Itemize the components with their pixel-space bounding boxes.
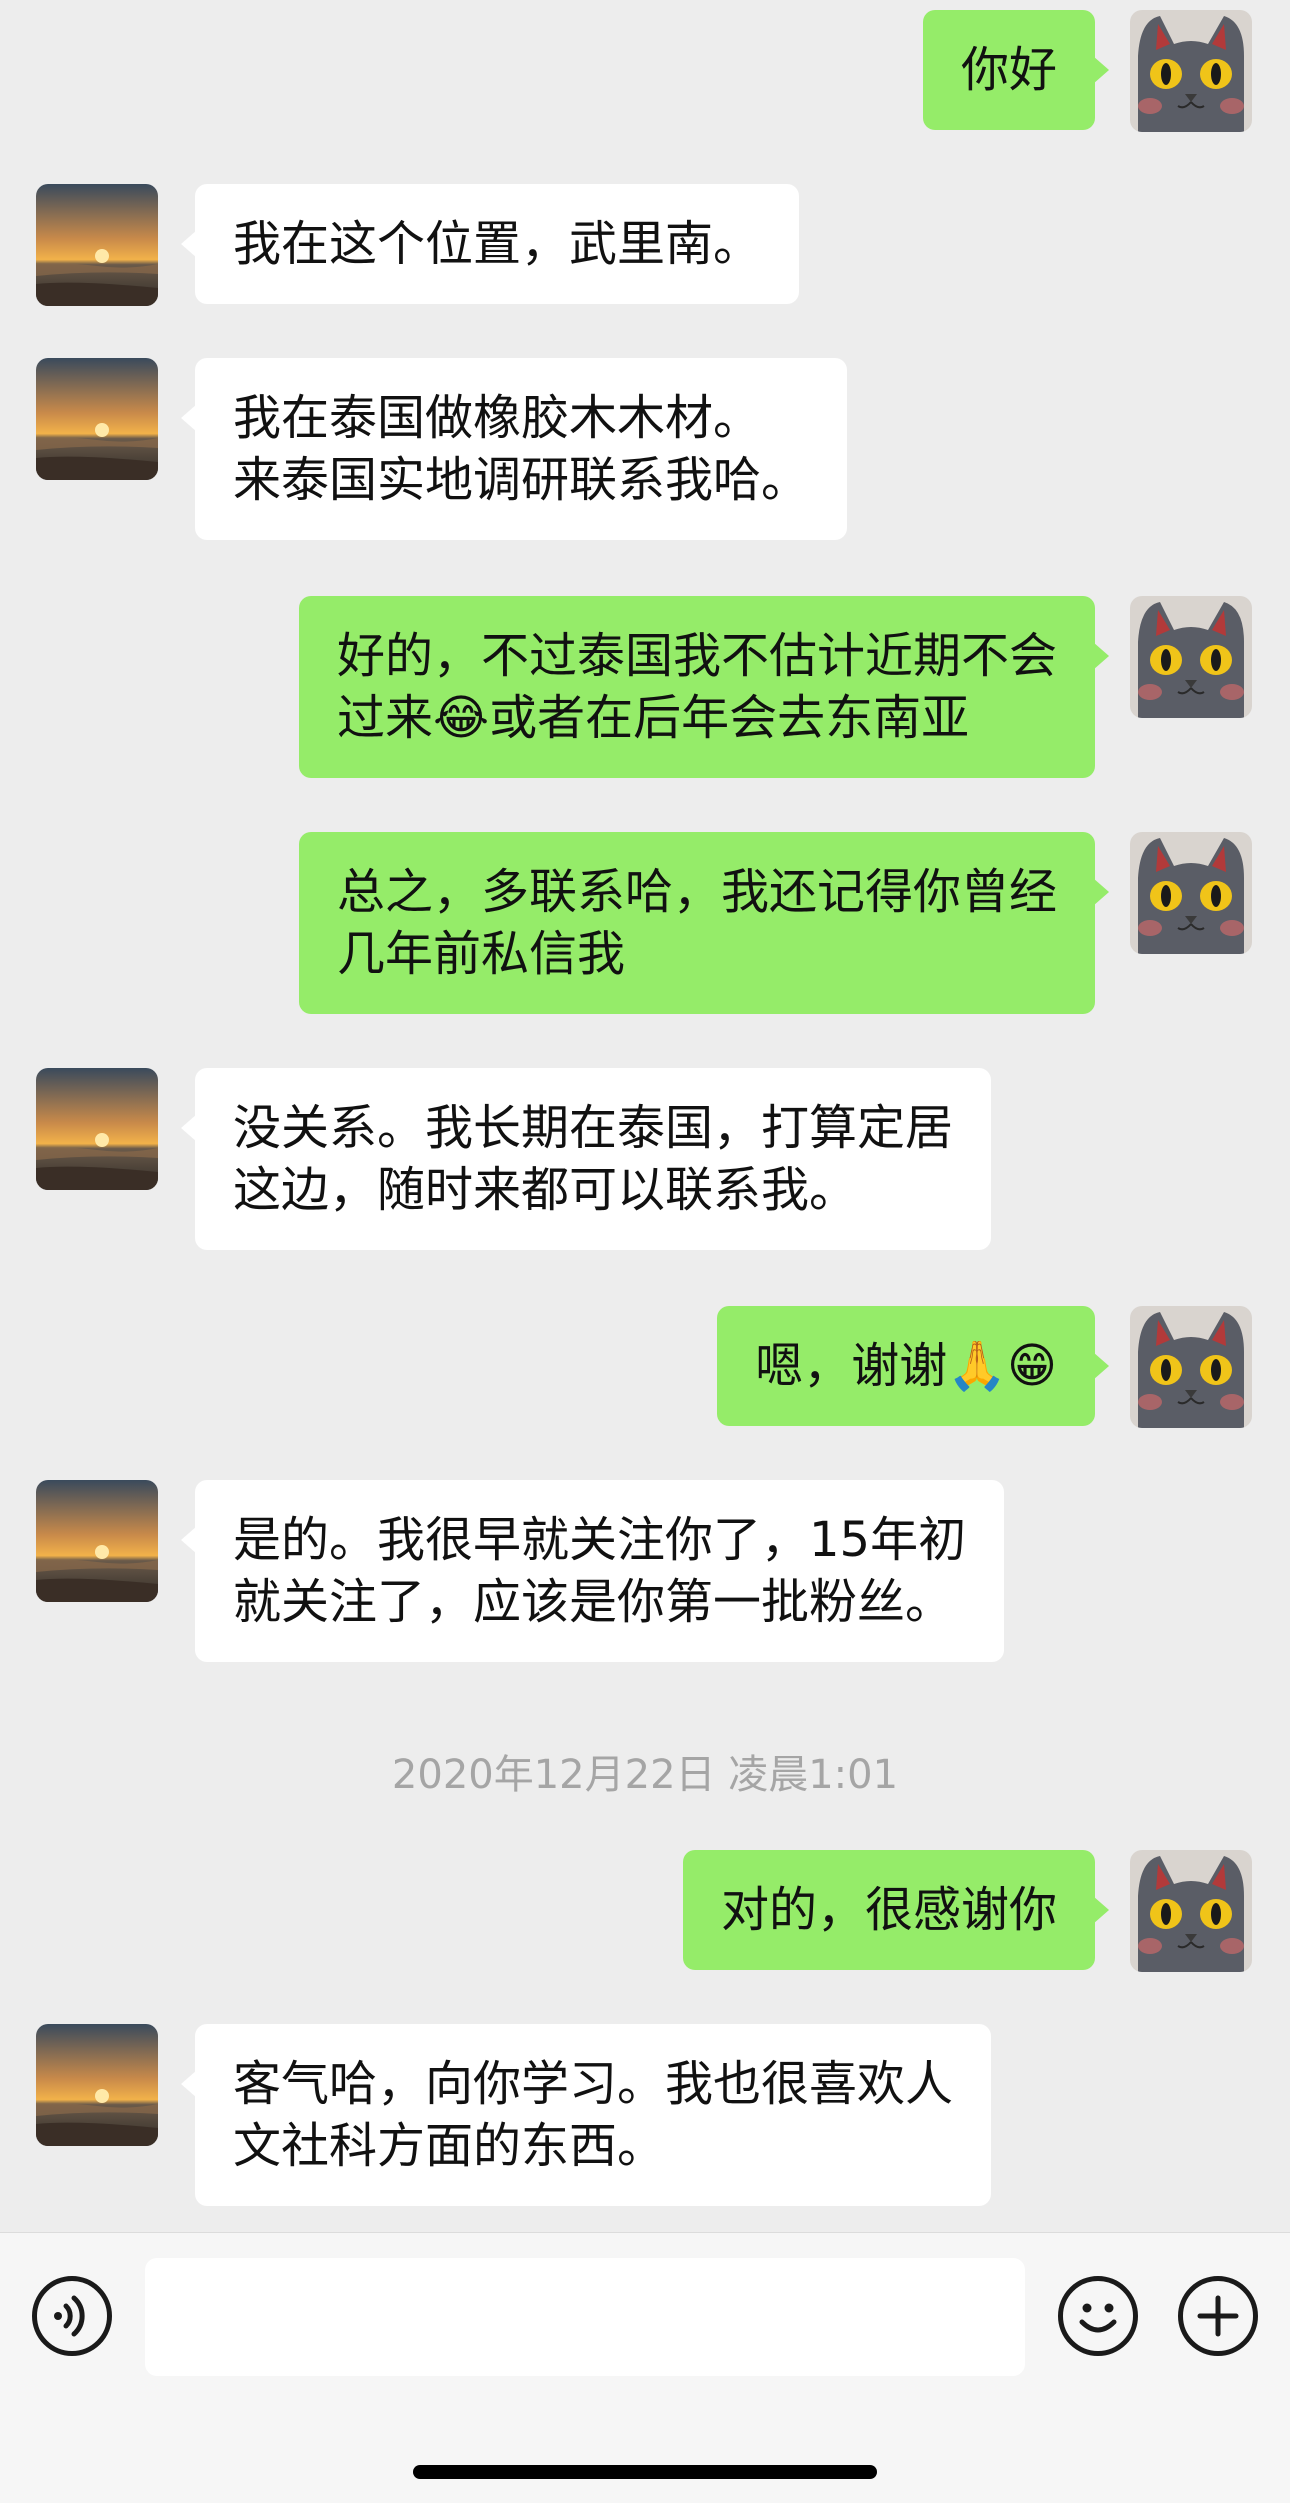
message-timestamp: 2020年12月22日 凌晨1:01 xyxy=(391,1752,899,1798)
cat-avatar-icon xyxy=(1130,596,1252,718)
sunset-avatar-icon xyxy=(36,2024,158,2146)
home-indicator[interactable] xyxy=(413,2465,877,2479)
sunset-avatar-icon xyxy=(36,1480,158,1602)
cat-avatar-icon xyxy=(1130,10,1252,132)
self-avatar[interactable] xyxy=(1130,10,1252,132)
contact-avatar[interactable] xyxy=(36,1480,158,1602)
self-avatar[interactable] xyxy=(1130,832,1252,954)
message-bubble-incoming[interactable]: 没关系。我长期在泰国，打算定居 这边，随时来都可以联系我。 xyxy=(180,1068,992,1250)
voice-button[interactable] xyxy=(32,2276,112,2356)
message-bubble-incoming[interactable]: 是的。我很早就关注你了，15年初 就关注了，应该是你第一批粉丝。 xyxy=(180,1480,1005,1662)
message-bubble-outgoing[interactable]: 总之，多联系哈，我还记得你曾经 几年前私信我 xyxy=(298,832,1110,1014)
cat-avatar-icon xyxy=(1130,832,1252,954)
self-avatar[interactable] xyxy=(1130,1306,1252,1428)
message-bubble-outgoing[interactable]: 你好 xyxy=(922,10,1110,130)
cat-avatar-icon xyxy=(1130,1306,1252,1428)
emoji-icon xyxy=(1079,2303,1117,2333)
sunset-avatar-icon xyxy=(36,358,158,480)
message-bubble-outgoing[interactable]: 对的，很感谢你 xyxy=(682,1850,1110,1970)
emoji-button[interactable] xyxy=(1058,2276,1138,2356)
contact-avatar[interactable] xyxy=(36,1068,158,1190)
contact-avatar[interactable] xyxy=(36,358,158,480)
voice-icon xyxy=(54,2295,85,2337)
cat-avatar-icon xyxy=(1130,1850,1252,1972)
message-bubble-incoming[interactable]: 我在泰国做橡胶木木材。 来泰国实地调研联系我哈。 xyxy=(180,358,848,540)
self-avatar[interactable] xyxy=(1130,596,1252,718)
contact-avatar[interactable] xyxy=(36,2024,158,2146)
sunset-avatar-icon xyxy=(36,1068,158,1190)
message-bubble-incoming[interactable]: 我在这个位置，武里南。 xyxy=(180,184,800,304)
plus-icon xyxy=(1197,2295,1239,2337)
contact-avatar[interactable] xyxy=(36,184,158,306)
message-bubble-outgoing[interactable]: 好的，不过泰国我不估计近期不会 过来😂或者在后年会去东南亚 xyxy=(298,596,1110,778)
message-input[interactable] xyxy=(145,2258,1025,2376)
self-avatar[interactable] xyxy=(1130,1850,1252,1972)
message-bubble-incoming[interactable]: 客气哈，向你学习。我也很喜欢人 文社科方面的东西。 xyxy=(180,2024,992,2206)
message-bubble-outgoing[interactable]: 嗯，谢谢🙏😁 xyxy=(717,1306,1109,1426)
sunset-avatar-icon xyxy=(36,184,158,306)
more-options-button[interactable] xyxy=(1178,2276,1258,2356)
chat-message-list[interactable]: 你好 我在这个位置，武里南。 我在泰国做橡胶木木材。 来泰国实地调研联系我哈。 … xyxy=(0,0,1290,2232)
